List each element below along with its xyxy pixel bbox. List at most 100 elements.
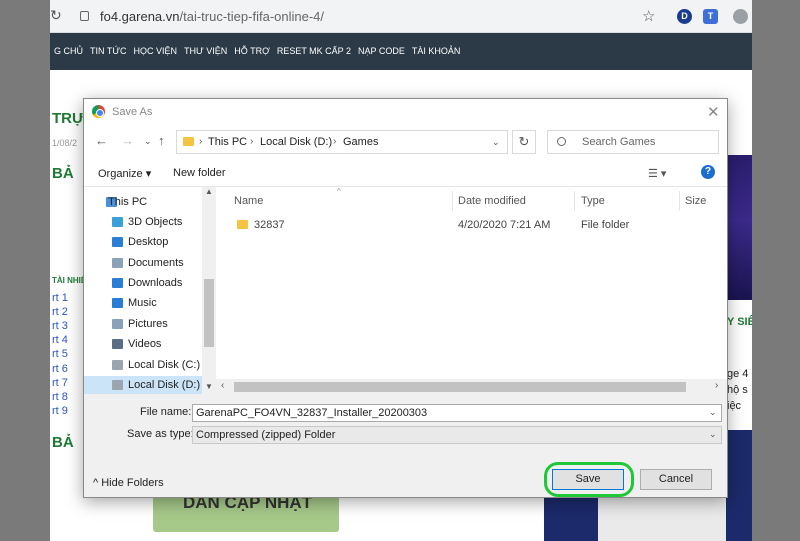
- nav-item-this-pc[interactable]: This PC: [84, 193, 202, 212]
- promo-table: [598, 498, 726, 541]
- nav-item-videos[interactable]: Videos: [84, 335, 202, 354]
- nav-item-local-disk-d[interactable]: Local Disk (D:): [84, 376, 202, 395]
- save-form: File name: GarenaPC_FO4VN_32837_Installe…: [84, 394, 727, 454]
- drive-icon: [112, 380, 123, 390]
- site-navigation: G CHỦ TIN TỨC HỌC VIỆN THƯ VIỆN HỖ TRỢ R…: [50, 33, 752, 70]
- page-link[interactable]: rt 4: [52, 334, 68, 346]
- address-bar[interactable]: ↻ fo4.garena.vn/tai-truc-tiep-fifa-onlin…: [50, 0, 752, 33]
- nav-item-label: Local Disk (D:): [128, 379, 201, 391]
- nav-item-label: Videos: [128, 338, 162, 350]
- new-folder-button[interactable]: New folder: [173, 167, 226, 179]
- documents-icon: [112, 258, 123, 268]
- scroll-left-icon[interactable]: ‹: [221, 380, 224, 391]
- page-link[interactable]: rt 6: [52, 363, 68, 375]
- folder-icon: [183, 137, 194, 146]
- nav-item-label: Downloads: [128, 277, 183, 289]
- nav-item-music[interactable]: Music: [84, 294, 202, 313]
- reload-icon[interactable]: ↻: [50, 8, 64, 22]
- translate-extension-icon[interactable]: T: [703, 9, 718, 24]
- right-gutter: [752, 0, 800, 541]
- column-header-size[interactable]: Size: [685, 195, 706, 207]
- nav-scrollbar[interactable]: ▲ ▼: [202, 187, 216, 394]
- nav-item-local-disk-c[interactable]: Local Disk (C:): [84, 356, 202, 375]
- search-input[interactable]: Search Games: [547, 130, 719, 154]
- nav-academy[interactable]: HỌC VIỆN: [134, 46, 178, 56]
- nav-item-downloads[interactable]: Downloads: [84, 274, 202, 293]
- hide-folders-toggle[interactable]: ^ Hide Folders: [93, 477, 164, 489]
- up-arrow-icon[interactable]: ↑: [158, 133, 165, 148]
- page-link[interactable]: rt 3: [52, 320, 68, 332]
- column-divider[interactable]: [679, 191, 680, 211]
- dialog-title: Save As: [112, 106, 153, 118]
- nav-library[interactable]: THƯ VIỆN: [184, 46, 227, 56]
- bookmark-star-icon[interactable]: ☆: [642, 7, 655, 25]
- chevron-right-icon[interactable]: ›: [199, 136, 202, 147]
- nav-support[interactable]: HỖ TRỢ: [234, 46, 270, 56]
- file-name: 32837: [254, 219, 285, 231]
- breadcrumb-this-pc[interactable]: This PC: [208, 136, 247, 148]
- lock-icon[interactable]: [80, 11, 89, 21]
- cancel-button[interactable]: Cancel: [640, 469, 712, 490]
- column-header-type[interactable]: Type: [581, 195, 605, 207]
- page-link[interactable]: rt 8: [52, 391, 68, 403]
- nav-news[interactable]: TIN TỨC: [90, 46, 127, 56]
- column-header-name[interactable]: Name: [234, 195, 263, 207]
- page-link[interactable]: rt 5: [52, 348, 68, 360]
- chevron-down-icon[interactable]: ⌄: [492, 137, 500, 148]
- page-link[interactable]: rt 7: [52, 377, 68, 389]
- breadcrumb[interactable]: › This PC › Local Disk (D:) › Games ⌄: [176, 130, 508, 154]
- page-link[interactable]: rt 2: [52, 306, 68, 318]
- chevron-down-icon[interactable]: ⌄: [709, 429, 717, 440]
- extension-d-icon[interactable]: D: [677, 9, 692, 24]
- url-text[interactable]: fo4.garena.vn/tai-truc-tiep-fifa-online-…: [100, 9, 324, 24]
- help-icon[interactable]: ?: [701, 165, 715, 179]
- forward-arrow-icon[interactable]: →: [121, 133, 134, 148]
- nav-item-label: Documents: [128, 257, 184, 269]
- page-link[interactable]: rt 1: [52, 292, 68, 304]
- nav-item-documents[interactable]: Documents: [84, 254, 202, 273]
- organize-button[interactable]: Organize ▾: [98, 167, 151, 180]
- page-link[interactable]: rt 9: [52, 405, 68, 417]
- breadcrumb-local-disk-d[interactable]: Local Disk (D:): [260, 136, 332, 148]
- side-banner-image[interactable]: [726, 155, 752, 300]
- dialog-footer: ^ Hide Folders Save Cancel: [84, 454, 727, 497]
- breadcrumb-games[interactable]: Games: [343, 136, 378, 148]
- page-heading: TRỰ: [52, 110, 85, 127]
- nav-item-pictures[interactable]: Pictures: [84, 315, 202, 334]
- chevron-down-icon[interactable]: ⌄: [709, 407, 717, 418]
- file-list-scrollbar[interactable]: ‹ ›: [216, 379, 727, 394]
- videos-icon: [112, 339, 123, 349]
- scroll-right-icon[interactable]: ›: [715, 380, 718, 391]
- view-options-icon[interactable]: ☰ ▾: [648, 167, 666, 180]
- chevron-right-icon[interactable]: ›: [333, 136, 336, 147]
- close-icon[interactable]: ✕: [707, 103, 720, 121]
- scrollbar-thumb[interactable]: [234, 382, 686, 392]
- scroll-up-icon[interactable]: ▲: [205, 187, 213, 196]
- back-arrow-icon[interactable]: ←: [95, 133, 108, 148]
- dialog-titlebar[interactable]: Save As ✕: [84, 99, 727, 125]
- save-button[interactable]: Save: [552, 469, 624, 490]
- chevron-right-icon[interactable]: ›: [250, 136, 253, 147]
- column-divider[interactable]: [574, 191, 575, 211]
- column-divider[interactable]: [452, 191, 453, 211]
- nav-item-desktop[interactable]: Desktop: [84, 233, 202, 252]
- recent-locations-icon[interactable]: ⌄: [144, 136, 152, 147]
- save-type-label: Save as type:: [127, 428, 194, 440]
- file-name-field[interactable]: GarenaPC_FO4VN_32837_Installer_20200303 …: [192, 404, 722, 422]
- nav-item-label: This PC: [108, 196, 148, 208]
- file-row[interactable]: 32837 4/20/2020 7:21 AM File folder: [216, 215, 714, 235]
- page-heading: BẢ: [52, 165, 74, 182]
- nav-reset-password[interactable]: RESET MK CẤP 2: [277, 46, 351, 56]
- column-header-date[interactable]: Date modified: [458, 195, 526, 207]
- refresh-button[interactable]: ↻: [512, 130, 536, 154]
- save-type-select[interactable]: Compressed (zipped) Folder ⌄: [192, 426, 722, 444]
- music-icon: [112, 298, 123, 308]
- nav-account[interactable]: TÀI KHOẢN: [412, 46, 461, 56]
- nav-home[interactable]: G CHỦ: [54, 46, 83, 56]
- cube-icon: [112, 217, 123, 227]
- scroll-down-icon[interactable]: ▼: [205, 382, 213, 391]
- profile-avatar-icon[interactable]: [733, 9, 748, 24]
- scrollbar-thumb[interactable]: [204, 279, 214, 347]
- nav-item-3d-objects[interactable]: 3D Objects: [84, 213, 202, 232]
- nav-redeem-code[interactable]: NẠP CODE: [358, 46, 405, 56]
